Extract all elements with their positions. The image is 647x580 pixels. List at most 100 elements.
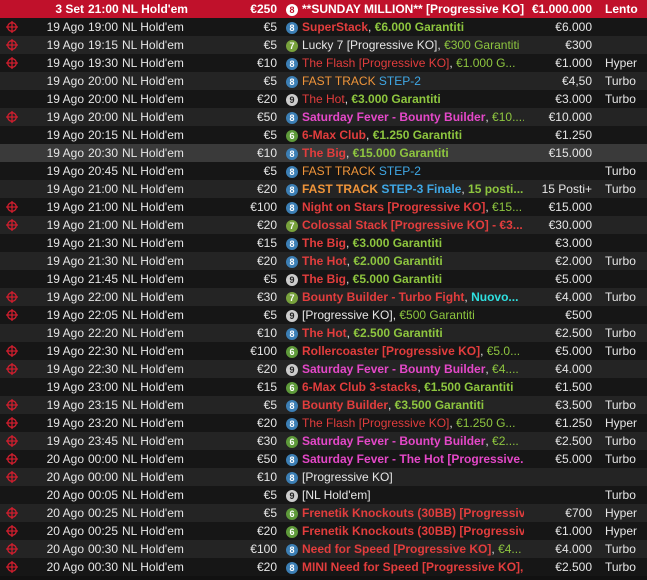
- row-icon-cell: [0, 162, 30, 180]
- tournament-row[interactable]: 19 Ago 23:20 NL Hold'em €20 8 The Flash [Prog…: [0, 414, 647, 432]
- speed-label: [605, 18, 647, 36]
- start-date: 19 Ago: [46, 20, 84, 34]
- tournament-row[interactable]: 19 Ago 23:15 NL Hold'em €5 8 Bounty Builder, …: [0, 396, 647, 414]
- knockout-target-icon: [6, 435, 18, 447]
- tournament-row[interactable]: 19 Ago 20:00 NL Hold'em €50 8 Saturday Fever …: [0, 108, 647, 126]
- tournament-name-segment: Saturday Fever - Bounty Builder: [302, 110, 486, 124]
- tournament-row[interactable]: 19 Ago 19:15 NL Hold'em €5 7 Lucky 7 [Progres…: [0, 36, 647, 54]
- speed-label: Hyper: [605, 524, 638, 538]
- game-type: NL Hold'em: [122, 416, 184, 430]
- tournament-name: 6-Max Club 3-stacks, €1.500 Garantiti: [302, 378, 524, 396]
- tournament-row[interactable]: 19 Ago 22:20 NL Hold'em €10 8 The Hot, €2.500…: [0, 324, 647, 342]
- seats-badge-cell: 8: [286, 252, 300, 270]
- start-time: 20:00: [88, 110, 119, 124]
- buy-in: €50: [256, 452, 277, 466]
- speed-label: [605, 360, 647, 378]
- tournament-name: The Big, €5.000 Garantiti: [302, 270, 524, 288]
- start-date: 19 Ago: [46, 362, 84, 376]
- tournament-row[interactable]: 19 Ago 21:00 NL Hold'em €100 8 Night on Stars…: [0, 198, 647, 216]
- tournament-name-segment: €10....: [492, 110, 524, 124]
- prize-pool: €15.000: [548, 146, 592, 160]
- game-type: NL Hold'em: [122, 362, 184, 376]
- prize-pool: €4.000: [555, 290, 592, 304]
- seats-badge-cell: 9: [286, 306, 300, 324]
- seats-badge-cell: 9: [286, 270, 300, 288]
- tournament-row[interactable]: 19 Ago 23:45 NL Hold'em €30 6 Saturday Fever …: [0, 432, 647, 450]
- tournament-name-segment: ,: [368, 20, 375, 34]
- start-date: 19 Ago: [46, 416, 84, 430]
- tournament-name-segment: €3.500 Garantiti: [394, 398, 485, 412]
- seats-badge: 8: [286, 454, 298, 466]
- tournament-row[interactable]: 19 Ago 20:00 NL Hold'em €20 9 The Hot, €3.000…: [0, 90, 647, 108]
- prize-pool: €3.000: [555, 92, 592, 106]
- tournament-name-segment: Bounty Builder - Turbo Fight: [302, 290, 465, 304]
- tournament-row[interactable]: 20 Ago 00:25 NL Hold'em €5 6 Frenetik Knockou…: [0, 504, 647, 522]
- tournament-row[interactable]: 19 Ago 21:00 NL Hold'em €20 7 Colossal Stack …: [0, 216, 647, 234]
- tournament-row[interactable]: 19 Ago 20:30 NL Hold'em €10 8 The Big, €15.00…: [0, 144, 647, 162]
- prize-pool: €4.000: [555, 362, 592, 376]
- start-time: 21:30: [88, 254, 119, 268]
- start-time: 22:20: [88, 326, 119, 340]
- game-type: NL Hold'em: [122, 326, 184, 340]
- game-type: NL Hold'em: [122, 200, 184, 214]
- seats-badge: 8: [286, 4, 298, 16]
- start-time: 22:30: [88, 344, 119, 358]
- tournament-row[interactable]: 3 Set 21:00 NL Hold'em €250 8 **SUNDAY MILLIO…: [0, 0, 647, 18]
- tournament-name-segment: ,: [388, 398, 395, 412]
- tournament-row[interactable]: 20 Ago 00:00 NL Hold'em €50 8 Saturday Fever …: [0, 450, 647, 468]
- speed-label: [605, 108, 647, 126]
- tournament-name: The Hot, €3.000 Garantiti: [302, 90, 524, 108]
- start-date: 19 Ago: [46, 218, 84, 232]
- tournament-row[interactable]: 19 Ago 22:30 NL Hold'em €100 6 Rollercoaster …: [0, 342, 647, 360]
- tournament-row[interactable]: 19 Ago 20:15 NL Hold'em €5 6 6-Max Club, €1.2…: [0, 126, 647, 144]
- speed-label: [605, 216, 647, 234]
- seats-badge-cell: 6: [286, 342, 300, 360]
- buy-in: €15: [256, 380, 277, 394]
- tournament-name-segment: Lucky 7 [Progressive KO],: [302, 38, 445, 52]
- speed-label: Turbo: [605, 434, 636, 448]
- knockout-target-icon: [6, 525, 18, 537]
- start-date: 19 Ago: [46, 38, 84, 52]
- tournament-row[interactable]: 19 Ago 23:00 NL Hold'em €15 6 6-Max Club 3-st…: [0, 378, 647, 396]
- buy-in: €5: [263, 272, 277, 286]
- tournament-row[interactable]: 19 Ago 21:45 NL Hold'em €5 9 The Big, €5.000 …: [0, 270, 647, 288]
- tournament-row[interactable]: 20 Ago 00:30 NL Hold'em €100 8 Need for Speed…: [0, 540, 647, 558]
- prize-pool: [526, 486, 592, 504]
- row-icon-cell: [0, 270, 30, 288]
- buy-in: €5: [263, 74, 277, 88]
- seats-badge: 8: [286, 238, 298, 250]
- tournament-row[interactable]: 19 Ago 20:45 NL Hold'em €5 8 FAST TRACK STEP-…: [0, 162, 647, 180]
- tournament-row[interactable]: 20 Ago 00:25 NL Hold'em €20 6 Frenetik Knocko…: [0, 522, 647, 540]
- start-date: 20 Ago: [46, 560, 84, 574]
- tournament-name-segment: €1.000 G...: [456, 56, 516, 70]
- tournament-row[interactable]: 19 Ago 22:30 NL Hold'em €20 9 Saturday Fever …: [0, 360, 647, 378]
- tournament-row[interactable]: 20 Ago 00:30 NL Hold'em €20 8 MINI Need for S…: [0, 558, 647, 576]
- tournament-name: Need for Speed [Progressive KO], €4...: [302, 540, 524, 558]
- buy-in: €5: [263, 308, 277, 322]
- tournament-row[interactable]: 19 Ago 21:00 NL Hold'em €20 8 FAST TRACK STEP…: [0, 180, 647, 198]
- tournament-row[interactable]: 19 Ago 21:30 NL Hold'em €15 8 The Big, €3.000…: [0, 234, 647, 252]
- seats-badge-cell: 7: [286, 288, 300, 306]
- tournament-row[interactable]: 20 Ago 00:00 NL Hold'em €10 8 [Progressive KO…: [0, 468, 647, 486]
- game-type: NL Hold'em: [122, 110, 184, 124]
- tournament-name-segment: STEP-2: [378, 74, 421, 88]
- tournament-row[interactable]: 19 Ago 22:05 NL Hold'em €5 9 [Progressive KO]…: [0, 306, 647, 324]
- tournament-name: Frenetik Knockouts (30BB) [Progressive..…: [302, 504, 524, 522]
- buy-in: €5: [263, 506, 277, 520]
- tournament-row[interactable]: 19 Ago 20:00 NL Hold'em €5 8 FAST TRACK STEP-…: [0, 72, 647, 90]
- start-time: 20:00: [88, 92, 119, 106]
- prize-pool: €2.500: [555, 560, 592, 574]
- prize-pool: €2.000: [555, 254, 592, 268]
- tournament-row[interactable]: 19 Ago 22:00 NL Hold'em €30 7 Bounty Builder …: [0, 288, 647, 306]
- speed-label: [605, 378, 647, 396]
- tournament-row[interactable]: 19 Ago 19:30 NL Hold'em €10 8 The Flash [Prog…: [0, 54, 647, 72]
- tournament-row[interactable]: 19 Ago 21:30 NL Hold'em €20 8 The Hot, €2.000…: [0, 252, 647, 270]
- row-icon-cell: [0, 18, 30, 36]
- row-icon-cell: [0, 468, 30, 486]
- tournament-row[interactable]: 19 Ago 19:00 NL Hold'em €5 8 SuperStack, €6.0…: [0, 18, 647, 36]
- seats-badge-cell: 9: [286, 90, 300, 108]
- start-date: 20 Ago: [46, 452, 84, 466]
- tournament-row[interactable]: 20 Ago 00:05 NL Hold'em €5 9 [NL Hold'em] Turb…: [0, 486, 647, 504]
- tournament-name-segment: 6-Max Club: [302, 128, 367, 142]
- tournament-name-segment: €4....: [492, 362, 519, 376]
